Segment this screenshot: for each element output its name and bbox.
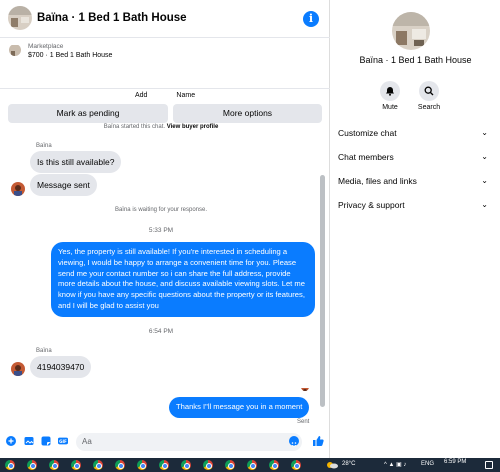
chrome-icon[interactable]	[27, 460, 37, 470]
listing-profile-image[interactable]	[392, 12, 430, 50]
tray-icons[interactable]: ^ ▲ ▣ ♪	[384, 461, 406, 468]
chrome-icon[interactable]	[225, 460, 235, 470]
name-label[interactable]: Name	[176, 92, 195, 99]
sticker-icon[interactable]	[41, 436, 51, 446]
chrome-icon[interactable]	[291, 460, 301, 470]
view-buyer-profile-link[interactable]: View buyer profile	[167, 124, 219, 130]
chrome-icon[interactable]	[247, 460, 257, 470]
chevron-down-icon: ⌄	[481, 200, 488, 209]
message-thread[interactable]: Add Name Baïna started this chat. View b…	[0, 90, 322, 430]
gif-icon[interactable]: GIF	[58, 436, 68, 446]
avatar	[11, 182, 25, 196]
chrome-icon[interactable]	[203, 460, 213, 470]
seen-avatar	[301, 383, 309, 391]
message-bubble-incoming[interactable]: Is this still available?	[30, 151, 122, 173]
timestamp: 5:33 PM	[148, 227, 174, 234]
photo-icon[interactable]	[24, 436, 34, 446]
sender-name: Baïna	[36, 143, 52, 149]
chrome-icon[interactable]	[159, 460, 169, 470]
message-bubble-incoming[interactable]: 4194039470	[30, 356, 92, 378]
menu-label: Chat members	[338, 152, 394, 162]
listing-avatar[interactable]	[8, 6, 32, 30]
chrome-icon[interactable]	[49, 460, 59, 470]
conversation-details-panel: Baïna · 1 Bed 1 Bath House Mute Search C…	[331, 0, 500, 458]
temperature[interactable]: 28°C	[342, 461, 355, 467]
message-bubble-outgoing[interactable]: Yes, the property is still available! If…	[51, 242, 315, 317]
info-icon[interactable]: i	[303, 11, 319, 27]
menu-label: Customize chat	[338, 128, 397, 138]
chat-title: Baïna · 1 Bed 1 Bath House	[37, 12, 187, 24]
search-icon[interactable]	[419, 81, 439, 101]
search-action[interactable]: Search	[409, 81, 449, 111]
svg-text:GIF: GIF	[59, 439, 67, 444]
bell-icon[interactable]	[380, 81, 400, 101]
chrome-icon[interactable]	[115, 460, 125, 470]
menu-label: Media, files and links	[338, 176, 417, 186]
chat-panel: Baïna · 1 Bed 1 Bath House i Marketplace…	[0, 0, 330, 458]
menu-label: Privacy & support	[338, 200, 405, 210]
emoji-icon[interactable]	[289, 436, 299, 447]
composer: GIF Aa	[0, 432, 330, 452]
taskbar: 28°C ^ ▲ ▣ ♪ ENG 6:59 PM	[0, 458, 500, 472]
avatar	[11, 362, 25, 376]
messenger-window: Baïna · 1 Bed 1 Bath House i Marketplace…	[0, 0, 500, 458]
sent-status: Sent	[297, 419, 310, 425]
add-name-row: Add Name	[135, 92, 222, 99]
listing-thumbnail[interactable]	[9, 44, 21, 56]
message-input[interactable]: Aa	[76, 433, 302, 451]
chevron-down-icon: ⌄	[481, 176, 488, 185]
chat-header: Baïna · 1 Bed 1 Bath House i	[0, 0, 330, 38]
mute-label: Mute	[382, 104, 398, 111]
chrome-icon[interactable]	[93, 460, 103, 470]
menu-customize-chat[interactable]: Customize chat ⌄	[338, 128, 488, 138]
mute-action[interactable]: Mute	[370, 81, 410, 111]
chat-started-text: Baïna started this chat.	[103, 124, 166, 130]
chrome-icon[interactable]	[71, 460, 81, 470]
chrome-icon[interactable]	[5, 460, 15, 470]
clock[interactable]: 6:59 PM	[444, 459, 466, 465]
listing-price-title[interactable]: $700 · 1 Bed 1 Bath House	[28, 52, 112, 59]
plus-icon[interactable]	[6, 436, 16, 446]
like-icon[interactable]	[312, 435, 324, 447]
chrome-icon[interactable]	[181, 460, 191, 470]
thread-scrollbar[interactable]	[319, 95, 326, 415]
menu-privacy-support[interactable]: Privacy & support ⌄	[338, 200, 488, 210]
weather-icon[interactable]	[326, 461, 338, 469]
language-indicator[interactable]: ENG	[421, 461, 434, 467]
add-label[interactable]: Add	[135, 92, 147, 99]
chrome-icon[interactable]	[137, 460, 147, 470]
search-label: Search	[417, 104, 441, 111]
chrome-icon[interactable]	[269, 460, 279, 470]
conversation-name: Baïna · 1 Bed 1 Bath House	[359, 55, 472, 65]
listing-banner: Marketplace $700 · 1 Bed 1 Bath House Ma…	[0, 39, 330, 123]
chat-started-notice: Baïna started this chat. View buyer prof…	[0, 124, 322, 130]
menu-chat-members[interactable]: Chat members ⌄	[338, 152, 488, 162]
sender-name: Baïna	[36, 348, 52, 354]
chevron-down-icon: ⌄	[481, 152, 488, 161]
timestamp: 6:54 PM	[148, 328, 174, 335]
waiting-notice: Baïna is waiting for your response.	[114, 207, 208, 213]
notification-icon[interactable]	[485, 461, 493, 469]
message-bubble-outgoing[interactable]: Thanks I"ll message you in a moment	[169, 397, 310, 418]
marketplace-label: Marketplace	[28, 43, 64, 50]
chevron-down-icon: ⌄	[481, 128, 488, 137]
message-bubble-incoming[interactable]: Message sent	[30, 174, 97, 196]
menu-media-files-links[interactable]: Media, files and links ⌄	[338, 176, 488, 186]
scrollbar-thumb[interactable]	[320, 175, 325, 407]
